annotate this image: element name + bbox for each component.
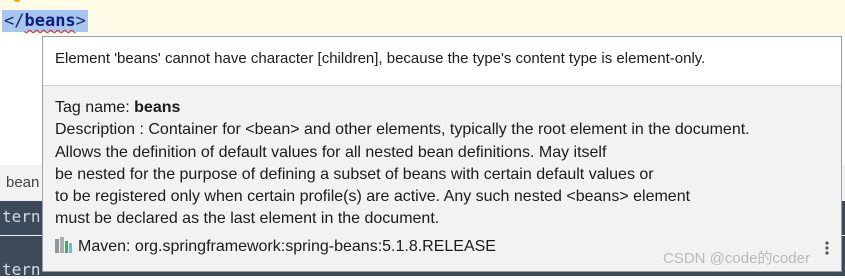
description-line: must be declared as the last element in … (55, 210, 440, 228)
code-closing-tag[interactable]: </beans> (2, 10, 88, 32)
terminal-text: tern (2, 207, 41, 226)
tag-name: beans (24, 11, 76, 31)
watermark: CSDN @code的coder (663, 250, 810, 267)
tag-open-bracket: </ (4, 11, 25, 31)
tag-name-label: Tag name: (55, 99, 135, 116)
library-icon (55, 237, 72, 253)
description-line: to be registered only when certain profi… (55, 188, 691, 206)
tag-name-row: Tag name: beans (55, 97, 750, 119)
maven-text: Maven: org.springframework:spring-beans:… (78, 238, 496, 255)
bottom-panel-tab[interactable]: bean (6, 174, 39, 191)
tag-close-bracket: > (75, 11, 86, 31)
editor-current-line (0, 0, 845, 34)
terminal-text: tern (2, 260, 41, 279)
maven-source-link[interactable]: Maven: org.springframework:spring-beans:… (55, 237, 496, 256)
tag-name-value: beans (134, 99, 181, 116)
description-line: Description : Container for <bean> and o… (55, 121, 750, 139)
error-message: Element 'beans' cannot have character [c… (55, 50, 706, 67)
description-line: Allows the definition of default values … (55, 143, 607, 161)
description-line: be nested for the purpose of defining a … (55, 165, 654, 183)
lightbulb-icon[interactable] (10, 0, 24, 6)
documentation-popup: Element 'beans' cannot have character [c… (42, 36, 842, 272)
documentation-body: Tag name: beans Description : Container … (55, 97, 750, 231)
error-section: Element 'beans' cannot have character [c… (43, 37, 841, 86)
more-vertical-icon[interactable] (825, 241, 829, 255)
